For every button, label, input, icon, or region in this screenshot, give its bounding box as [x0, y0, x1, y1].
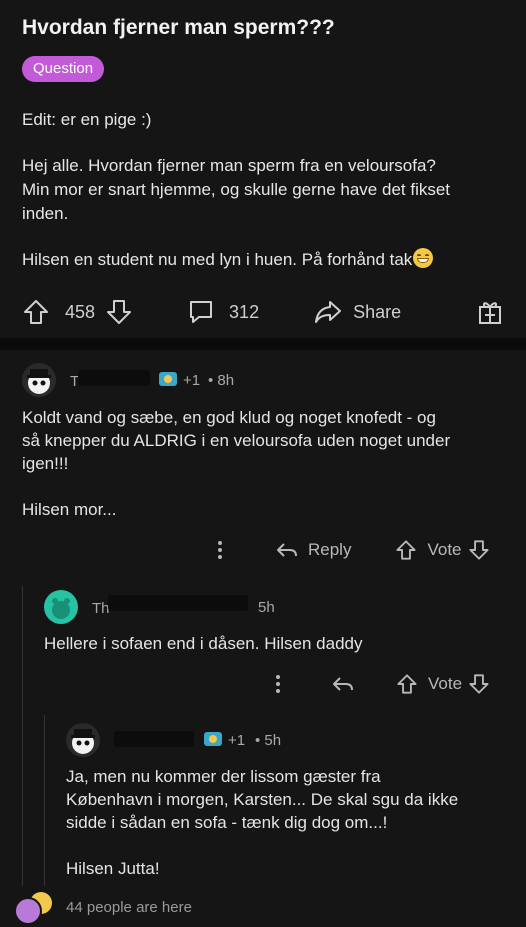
comment-time: • 8h	[208, 372, 235, 389]
thread-line[interactable]	[22, 586, 23, 886]
user-flair-icon	[158, 369, 178, 389]
comment-time: 5h	[258, 599, 275, 616]
downvote-arrow-icon[interactable]	[468, 539, 490, 561]
share-label: Share	[353, 301, 402, 322]
reply-button[interactable]: Reply	[276, 540, 351, 560]
reply-arrow-icon	[276, 540, 298, 560]
vote-label: Vote	[428, 674, 463, 693]
upvote-arrow-icon[interactable]	[396, 673, 418, 695]
comments-button[interactable]: 312	[187, 298, 259, 326]
comment-text-line: Ja, men nu kommer der lissom gæster fra	[66, 767, 381, 786]
comment-text-line: igen!!!	[22, 454, 69, 473]
post-signoff: Hilsen en student nu med lyn i huen. På …	[22, 248, 434, 272]
award-button[interactable]	[476, 298, 504, 326]
reply-label: Reply	[308, 540, 352, 559]
reply-arrow-icon[interactable]	[332, 674, 354, 694]
post-paragraph-line: inden.	[22, 204, 69, 223]
post-action-bar: 458 312 Share	[22, 292, 504, 332]
section-divider	[0, 338, 526, 350]
avatar[interactable]	[44, 590, 78, 624]
flair-badge[interactable]: Question	[22, 56, 105, 82]
karma-badge: +1	[183, 372, 201, 389]
avatar[interactable]	[22, 363, 56, 397]
post-paragraph-line: Hej alle. Hvordan fjerner man sperm fra …	[22, 156, 436, 175]
redaction-bar	[108, 595, 248, 611]
share-button[interactable]: Share	[313, 298, 401, 326]
more-options-icon[interactable]	[270, 674, 286, 694]
redaction-bar	[78, 370, 150, 386]
vote-group: Vote	[396, 673, 490, 695]
karma-badge: +1	[228, 732, 246, 749]
upvote-arrow-icon[interactable]	[22, 298, 50, 326]
downvote-arrow-icon[interactable]	[105, 298, 133, 326]
grin-emoji-icon	[413, 248, 434, 268]
vote-group: Vote	[395, 539, 489, 561]
comment-text-line: så knepper du ALDRIG i en veloursofa ude…	[22, 431, 451, 450]
post-edit-line: Edit: er en pige :)	[22, 110, 152, 129]
vote-label: Vote	[427, 540, 462, 559]
comment-signoff: Hilsen mor...	[22, 500, 117, 519]
upvote-arrow-icon[interactable]	[395, 539, 417, 561]
comment-text-line: København i morgen, Karsten... De skal s…	[66, 790, 459, 809]
upvote-count: 458	[65, 301, 96, 322]
comment-username[interactable]: Th	[92, 600, 110, 617]
post-signoff-text: Hilsen en student nu med lyn i huen. På …	[22, 250, 413, 269]
post-title: Hvordan fjerner man sperm???	[22, 16, 335, 39]
comment-signoff: Hilsen Jutta!	[66, 859, 160, 878]
snoo-avatar-icon	[71, 729, 95, 754]
comment-text-line: Hellere i sofaen end i dåsen. Hilsen dad…	[44, 634, 363, 653]
comment-text-line: Koldt vand og sæbe, en god klud og noget…	[22, 408, 436, 427]
post-paragraph-line: Min mor er snart hjemme, og skulle gerne…	[22, 180, 451, 199]
snoo-avatar-icon	[52, 598, 70, 619]
presence-count: 44 people are here	[66, 899, 192, 916]
comment-bubble-icon	[187, 298, 215, 326]
vote-group: 458	[22, 298, 133, 326]
user-flair-icon	[203, 729, 223, 749]
presence-bar: 44 people are here	[0, 886, 526, 927]
comment-count: 312	[229, 301, 260, 322]
comment-action-bar: Vote	[270, 670, 490, 698]
avatar[interactable]	[66, 723, 100, 757]
comment-text-line: sidde i sådan en sofa - tænk dig dog om.…	[66, 813, 388, 832]
comment-action-bar: Reply Vote	[212, 536, 490, 564]
more-options-icon[interactable]	[212, 540, 228, 560]
redaction-bar	[114, 731, 194, 747]
snoo-avatar-icon	[27, 369, 51, 394]
avatar	[14, 897, 42, 925]
comment-time: • 5h	[255, 732, 282, 749]
share-arrow-icon	[313, 298, 343, 326]
downvote-arrow-icon[interactable]	[468, 673, 490, 695]
gift-icon	[476, 298, 504, 326]
thread-line[interactable]	[44, 715, 45, 887]
